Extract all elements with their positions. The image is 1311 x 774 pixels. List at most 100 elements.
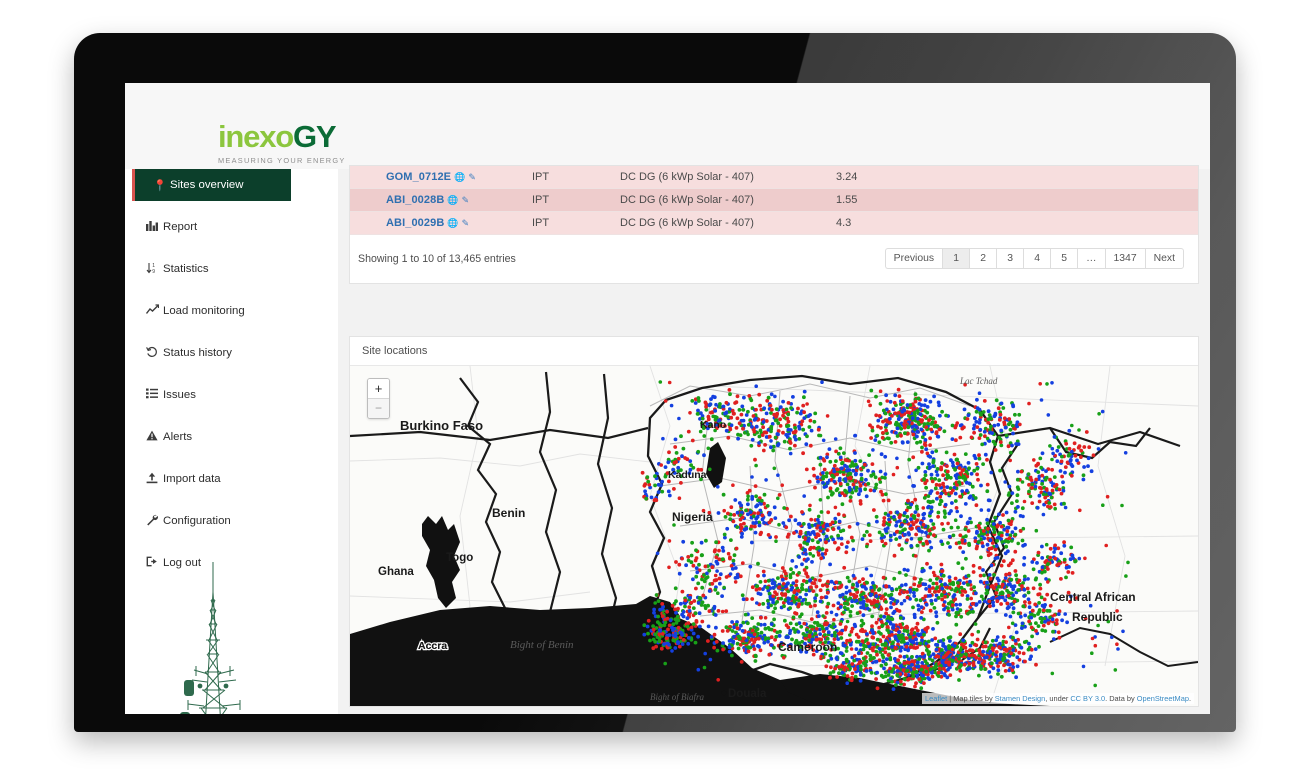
table-cell-description: DC DG (6 kWp Solar - 407) (612, 188, 828, 212)
pagination-previous[interactable]: Previous (884, 248, 943, 269)
sort-numeric-icon: 19 (146, 262, 163, 277)
sidebar-item-label: Alerts (163, 431, 193, 443)
sidebar-item-issues[interactable]: Issues (125, 379, 338, 411)
bar-chart-icon (146, 220, 163, 234)
site-locations-card: Site locations Burkino Faso Benin Togo G… (349, 336, 1199, 707)
main-content: GOM_0712E 🌐 ✎ IPT DC DG (6 kWp Solar - 407… (338, 165, 1210, 714)
pagination-page-3[interactable]: 3 (996, 248, 1024, 269)
telecom-tower-illustration (180, 562, 241, 714)
table-row[interactable]: ABI_0029B 🌐 ✎ IPT DC DG (6 kWp Solar - 407… (350, 211, 1198, 235)
svg-text:Ghana: Ghana (378, 566, 414, 578)
globe-icon[interactable]: 🌐 (454, 172, 465, 182)
list-icon (146, 388, 163, 402)
svg-text:9: 9 (152, 269, 155, 274)
map-panel-title: Site locations (350, 337, 1198, 366)
map-pin-icon: 📍 (153, 179, 167, 192)
brand-wordmark: inexoGY (218, 121, 346, 152)
table-cell-type: IPT (524, 211, 612, 235)
sidebar-item-statistics[interactable]: 19 Statistics (125, 253, 338, 285)
brand-logo[interactable]: inexoGY MEASURING YOUR ENERGY (218, 121, 346, 165)
sidebar-item-sites-overview[interactable]: 📍 Sites overview (132, 169, 291, 201)
table-row[interactable]: ABI_0028B 🌐 ✎ IPT DC DG (6 kWp Solar - 407… (350, 188, 1198, 212)
pagination-ellipsis: … (1077, 248, 1105, 269)
wrench-icon (146, 514, 163, 529)
svg-text:Bight of Benin: Bight of Benin (510, 639, 574, 651)
pencil-icon[interactable]: ✎ (462, 218, 470, 228)
pagination-page-2[interactable]: 2 (969, 248, 997, 269)
pagination-page-4[interactable]: 4 (1023, 248, 1051, 269)
table-footer: Showing 1 to 10 of 13,465 entries Previo… (350, 235, 1198, 283)
pagination-page-5[interactable]: 5 (1050, 248, 1078, 269)
pencil-icon[interactable]: ✎ (462, 195, 470, 205)
svg-text:Cameroon: Cameroon (778, 640, 837, 654)
leaflet-map[interactable]: Burkino Faso Benin Togo Ghana Nigeria Ca… (350, 366, 1198, 706)
sidebar-nav: 📍 Sites overview Report 19 Statistics Lo… (125, 169, 339, 714)
brand-name-part1: inexo (218, 119, 294, 154)
sidebar-item-label: Status history (163, 347, 233, 359)
sites-table-card: GOM_0712E 🌐 ✎ IPT DC DG (6 kWp Solar - 407… (349, 165, 1199, 284)
svg-text:Douala: Douala (728, 688, 767, 700)
svg-text:Bight of Biafra: Bight of Biafra (650, 692, 705, 702)
leaflet-link[interactable]: Leaflet (925, 694, 947, 703)
app-header: inexoGY MEASURING YOUR ENERGY (125, 83, 1210, 169)
brand-name-part2: GY (292, 119, 337, 154)
pagination-page-last[interactable]: 1347 (1104, 248, 1145, 269)
globe-icon[interactable]: 🌐 (447, 195, 458, 205)
svg-text:Republic: Republic (1072, 610, 1123, 624)
pencil-icon[interactable]: ✎ (468, 172, 476, 182)
openstreetmap-link[interactable]: OpenStreetMap (1137, 694, 1189, 703)
table-cell-extra (939, 211, 1198, 235)
globe-icon[interactable]: 🌐 (447, 218, 458, 228)
sidebar-item-alerts[interactable]: Alerts (125, 421, 338, 453)
warning-triangle-icon (146, 430, 163, 444)
upload-icon (146, 472, 163, 487)
table-cell-site: GOM_0712E 🌐 ✎ (350, 166, 524, 189)
svg-text:Central African: Central African (1050, 590, 1136, 604)
laptop-device-frame: inexoGY MEASURING YOUR ENERGY 📍 Sites ov… (74, 33, 1236, 732)
svg-text:Togo: Togo (446, 552, 473, 564)
pagination-next[interactable]: Next (1144, 248, 1184, 269)
sidebar-item-label: Report (163, 221, 198, 233)
table-cell-value: 3.24 (828, 166, 939, 189)
svg-text:Accra: Accra (418, 640, 447, 652)
sidebar-item-status-history[interactable]: Status history (125, 337, 338, 369)
license-link[interactable]: CC BY 3.0 (1070, 694, 1105, 703)
sidebar-item-report[interactable]: Report (125, 211, 338, 243)
pagination-page-1[interactable]: 1 (942, 248, 970, 269)
map-zoom-controls: + − (367, 378, 390, 419)
sidebar-item-label: Load monitoring (163, 305, 245, 317)
svg-text:Kaduna: Kaduna (668, 469, 707, 481)
stamen-link[interactable]: Stamen Design (995, 694, 1046, 703)
svg-text:Burkino Faso: Burkino Faso (400, 418, 483, 433)
sidebar-item-label: Sites overview (170, 179, 244, 191)
svg-text:Lac Tchad: Lac Tchad (959, 376, 998, 386)
browser-screen: inexoGY MEASURING YOUR ENERGY 📍 Sites ov… (125, 83, 1210, 714)
sidebar-item-label: Issues (163, 389, 196, 401)
attrib-sep-4: . (1188, 694, 1191, 703)
sidebar-item-load-monitoring[interactable]: Load monitoring (125, 295, 338, 327)
attrib-sep-2: , under (1045, 694, 1071, 703)
table-cell-type: IPT (524, 166, 612, 189)
table-cell-value: 1.55 (828, 188, 939, 212)
table-cell-type: IPT (524, 188, 612, 212)
history-icon (146, 346, 163, 361)
table-row[interactable]: GOM_0712E 🌐 ✎ IPT DC DG (6 kWp Solar - 407… (350, 166, 1198, 189)
sidebar-item-configuration[interactable]: Configuration (125, 505, 338, 537)
sidebar-item-import-data[interactable]: Import data (125, 463, 338, 495)
site-link[interactable]: GOM_0712E (386, 171, 451, 183)
svg-text:Benin: Benin (492, 506, 525, 520)
line-chart-icon (145, 304, 163, 318)
table-cell-extra (939, 188, 1198, 212)
site-link[interactable]: ABI_0028B (386, 194, 444, 206)
site-link[interactable]: ABI_0029B (386, 217, 444, 229)
table-cell-extra (939, 166, 1198, 189)
zoom-in-button[interactable]: + (368, 379, 389, 398)
zoom-out-button[interactable]: − (368, 398, 389, 418)
